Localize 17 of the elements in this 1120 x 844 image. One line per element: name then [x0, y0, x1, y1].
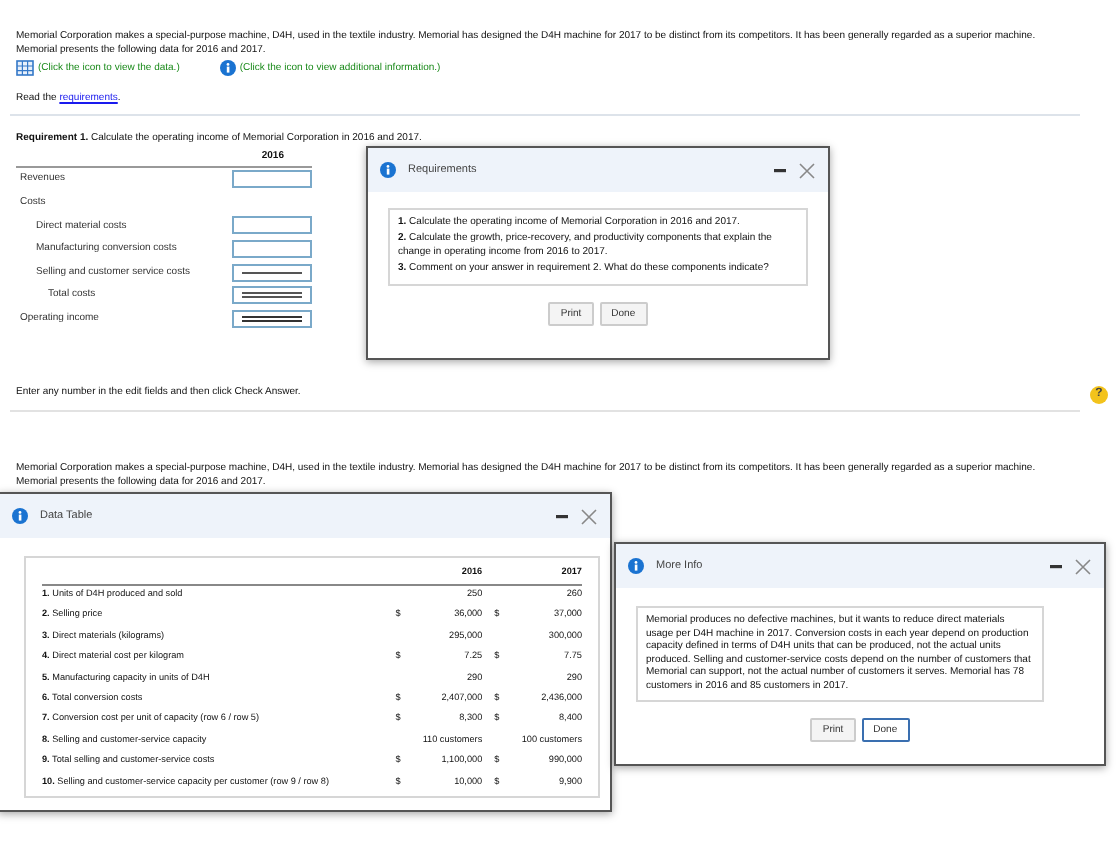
close-icon[interactable] [580, 507, 598, 525]
info-icon [628, 558, 644, 574]
close-icon[interactable] [1074, 557, 1092, 575]
info-icon [380, 162, 396, 178]
input-field[interactable] [232, 263, 312, 282]
input-field[interactable] [232, 286, 312, 305]
input-field[interactable] [232, 309, 312, 328]
minimize-icon[interactable] [556, 510, 568, 522]
input-field[interactable] [232, 216, 312, 235]
info-icon[interactable] [219, 60, 236, 77]
input-field[interactable] [232, 240, 312, 259]
info-icon [12, 508, 28, 524]
minimize-icon[interactable] [774, 164, 786, 176]
input-field[interactable] [232, 170, 312, 189]
table-icon[interactable] [16, 60, 34, 77]
minimize-icon[interactable] [1050, 560, 1062, 572]
close-icon[interactable] [798, 161, 816, 179]
